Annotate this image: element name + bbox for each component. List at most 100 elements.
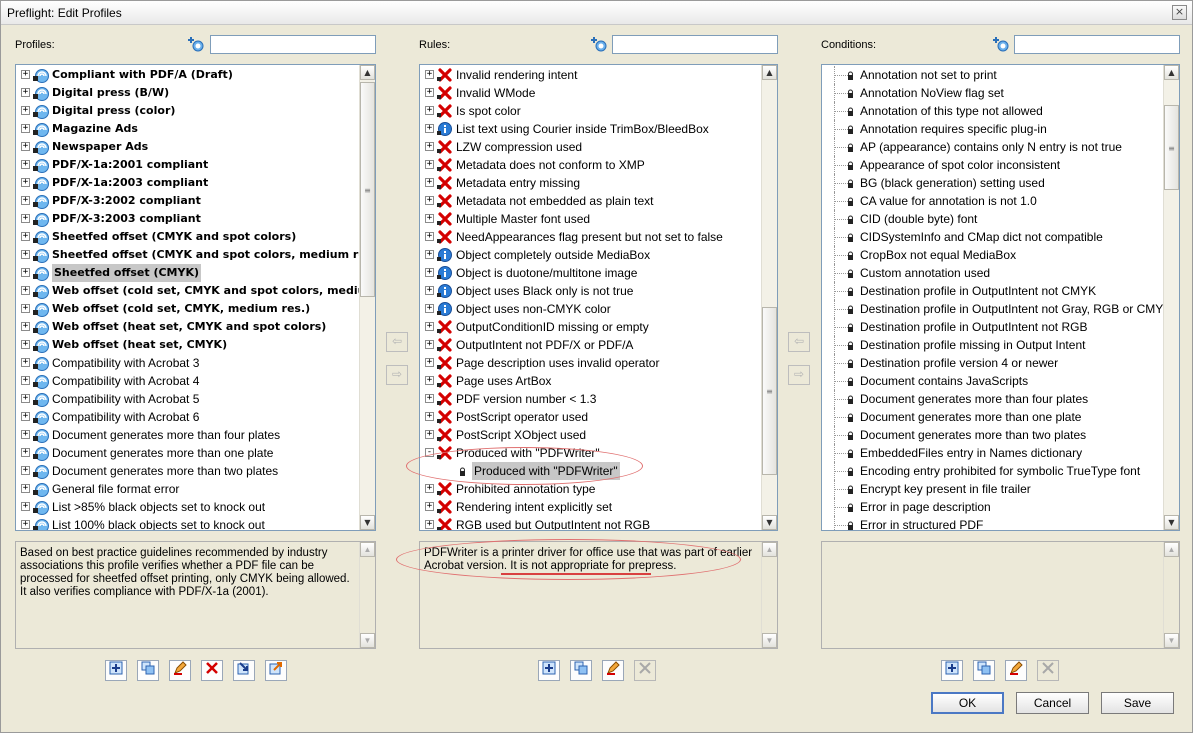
profile-item[interactable]: + Web offset (cold set, CMYK, medium res.… — [16, 300, 359, 318]
rule-item[interactable]: + Is spot color — [420, 102, 761, 120]
scroll-down-arrow[interactable]: ▼ — [1164, 515, 1179, 530]
profile-item[interactable]: + Web offset (heat set, CMYK) — [16, 336, 359, 354]
add-condition-to-rule-button[interactable]: ⇦ — [788, 332, 810, 352]
condition-item[interactable]: CropBox not equal MediaBox — [822, 246, 1163, 264]
expand-toggle[interactable]: + — [425, 484, 434, 493]
delete-condition-button[interactable] — [1037, 660, 1059, 681]
expand-toggle[interactable]: + — [21, 412, 30, 421]
rule-item[interactable]: + Object uses Black only is not true — [420, 282, 761, 300]
scroll-down-arrow[interactable]: ▼ — [360, 515, 375, 530]
edit-condition-button[interactable] — [1005, 660, 1027, 681]
rule-item[interactable]: + PostScript XObject used — [420, 426, 761, 444]
search-icon[interactable] — [992, 37, 1010, 53]
condition-item[interactable]: Document generates more than one plate — [822, 408, 1163, 426]
expand-toggle[interactable]: + — [21, 466, 30, 475]
condition-item[interactable]: Error in page description — [822, 498, 1163, 516]
search-icon[interactable] — [187, 37, 205, 53]
expand-toggle[interactable]: + — [425, 124, 434, 133]
profile-item[interactable]: + Document generates more than one plate — [16, 444, 359, 462]
condition-item[interactable]: CID (double byte) font — [822, 210, 1163, 228]
profiles-scrollbar[interactable]: ▲ ≡ ▼ — [359, 65, 375, 530]
expand-toggle[interactable]: + — [21, 70, 30, 79]
expand-toggle[interactable]: + — [425, 106, 434, 115]
profile-item[interactable]: + Magazine Ads — [16, 120, 359, 138]
expand-toggle[interactable]: + — [21, 106, 30, 115]
rule-item[interactable]: + Page description uses invalid operator — [420, 354, 761, 372]
scroll-thumb[interactable]: ≡ — [1164, 105, 1179, 190]
rule-item[interactable]: + Invalid WMode — [420, 84, 761, 102]
new-condition-button[interactable] — [941, 660, 963, 681]
condition-item[interactable]: AP (appearance) contains only N entry is… — [822, 138, 1163, 156]
edit-profile-button[interactable] — [169, 660, 191, 681]
delete-profile-button[interactable] — [201, 660, 223, 681]
profile-item[interactable]: + PDF/X-3:2002 compliant — [16, 192, 359, 210]
expand-toggle[interactable]: + — [425, 394, 434, 403]
rule-item[interactable]: + Object is duotone/multitone image — [420, 264, 761, 282]
profile-item[interactable]: + Compatibility with Acrobat 4 — [16, 372, 359, 390]
expand-toggle[interactable]: + — [425, 142, 434, 151]
profile-item[interactable]: + Sheetfed offset (CMYK and spot colors) — [16, 228, 359, 246]
close-button[interactable]: × — [1172, 5, 1187, 20]
rule-item[interactable]: + Object uses non-CMYK color — [420, 300, 761, 318]
description-scrollbar[interactable]: ▲ ▼ — [1163, 542, 1179, 648]
profile-item[interactable]: + Document generates more than four plate… — [16, 426, 359, 444]
search-icon[interactable] — [590, 37, 608, 53]
expand-toggle[interactable]: + — [21, 196, 30, 205]
description-scrollbar[interactable]: ▲ ▼ — [359, 542, 375, 648]
expand-toggle[interactable]: + — [425, 268, 434, 277]
expand-toggle[interactable]: + — [21, 232, 30, 241]
expand-toggle[interactable]: + — [425, 502, 434, 511]
condition-item[interactable]: CIDSystemInfo and CMap dict not compatib… — [822, 228, 1163, 246]
duplicate-profile-button[interactable] — [137, 660, 159, 681]
expand-toggle[interactable]: + — [425, 70, 434, 79]
expand-toggle[interactable]: + — [21, 142, 30, 151]
profile-item[interactable]: + List 100% black objects set to knock ou… — [16, 516, 359, 530]
conditions-search-input[interactable] — [1014, 35, 1180, 54]
condition-item[interactable]: Destination profile missing in Output In… — [822, 336, 1163, 354]
profile-item[interactable]: + Compliant with PDF/A (Draft) — [16, 66, 359, 84]
scroll-up-arrow[interactable]: ▲ — [360, 65, 375, 80]
expand-toggle[interactable]: + — [21, 340, 30, 349]
condition-item[interactable]: Document generates more than two plates — [822, 426, 1163, 444]
rule-item[interactable]: + PDF version number < 1.3 — [420, 390, 761, 408]
rule-item[interactable]: + Rendering intent explicitly set — [420, 498, 761, 516]
expand-toggle[interactable]: + — [21, 448, 30, 457]
new-profile-button[interactable] — [105, 660, 127, 681]
profile-item[interactable]: + Compatibility with Acrobat 5 — [16, 390, 359, 408]
expand-toggle[interactable]: + — [21, 250, 30, 259]
edit-rule-button[interactable] — [602, 660, 624, 681]
scroll-down-arrow[interactable]: ▼ — [1164, 633, 1179, 648]
expand-toggle[interactable]: + — [21, 214, 30, 223]
profiles-list[interactable]: + Compliant with PDF/A (Draft) + Digital pr… — [15, 64, 376, 531]
expand-toggle[interactable]: + — [425, 520, 434, 529]
profile-item[interactable]: + PDF/X-1a:2001 compliant — [16, 156, 359, 174]
profile-item[interactable]: + Compatibility with Acrobat 3 — [16, 354, 359, 372]
save-button[interactable]: Save — [1101, 692, 1174, 714]
condition-item[interactable]: EmbeddedFiles entry in Names dictionary — [822, 444, 1163, 462]
condition-item[interactable]: CA value for annotation is not 1.0 — [822, 192, 1163, 210]
expand-toggle[interactable]: + — [21, 358, 30, 367]
duplicate-rule-button[interactable] — [570, 660, 592, 681]
add-rule-to-profile-button[interactable]: ⇦ — [386, 332, 408, 352]
scroll-up-arrow[interactable]: ▲ — [762, 542, 777, 557]
expand-toggle[interactable]: + — [425, 178, 434, 187]
rule-item[interactable]: + Page uses ArtBox — [420, 372, 761, 390]
scroll-up-arrow[interactable]: ▲ — [762, 65, 777, 80]
condition-item[interactable]: Custom annotation used — [822, 264, 1163, 282]
expand-toggle[interactable]: + — [425, 232, 434, 241]
expand-toggle[interactable]: + — [425, 412, 434, 421]
condition-item[interactable]: Destination profile in OutputIntent not … — [822, 282, 1163, 300]
expand-toggle[interactable]: + — [425, 376, 434, 385]
expand-toggle[interactable]: + — [21, 286, 30, 295]
condition-item[interactable]: Appearance of spot color inconsistent — [822, 156, 1163, 174]
expand-toggle[interactable]: + — [425, 286, 434, 295]
expand-toggle[interactable]: + — [21, 124, 30, 133]
delete-rule-button[interactable] — [634, 660, 656, 681]
new-rule-button[interactable] — [538, 660, 560, 681]
expand-toggle[interactable]: + — [425, 430, 434, 439]
condition-item[interactable]: Destination profile version 4 or newer — [822, 354, 1163, 372]
scroll-down-arrow[interactable]: ▼ — [762, 633, 777, 648]
scroll-up-arrow[interactable]: ▲ — [1164, 542, 1179, 557]
remove-rule-from-profile-button[interactable]: ⇨ — [386, 365, 408, 385]
scroll-thumb[interactable]: ≡ — [762, 307, 777, 475]
